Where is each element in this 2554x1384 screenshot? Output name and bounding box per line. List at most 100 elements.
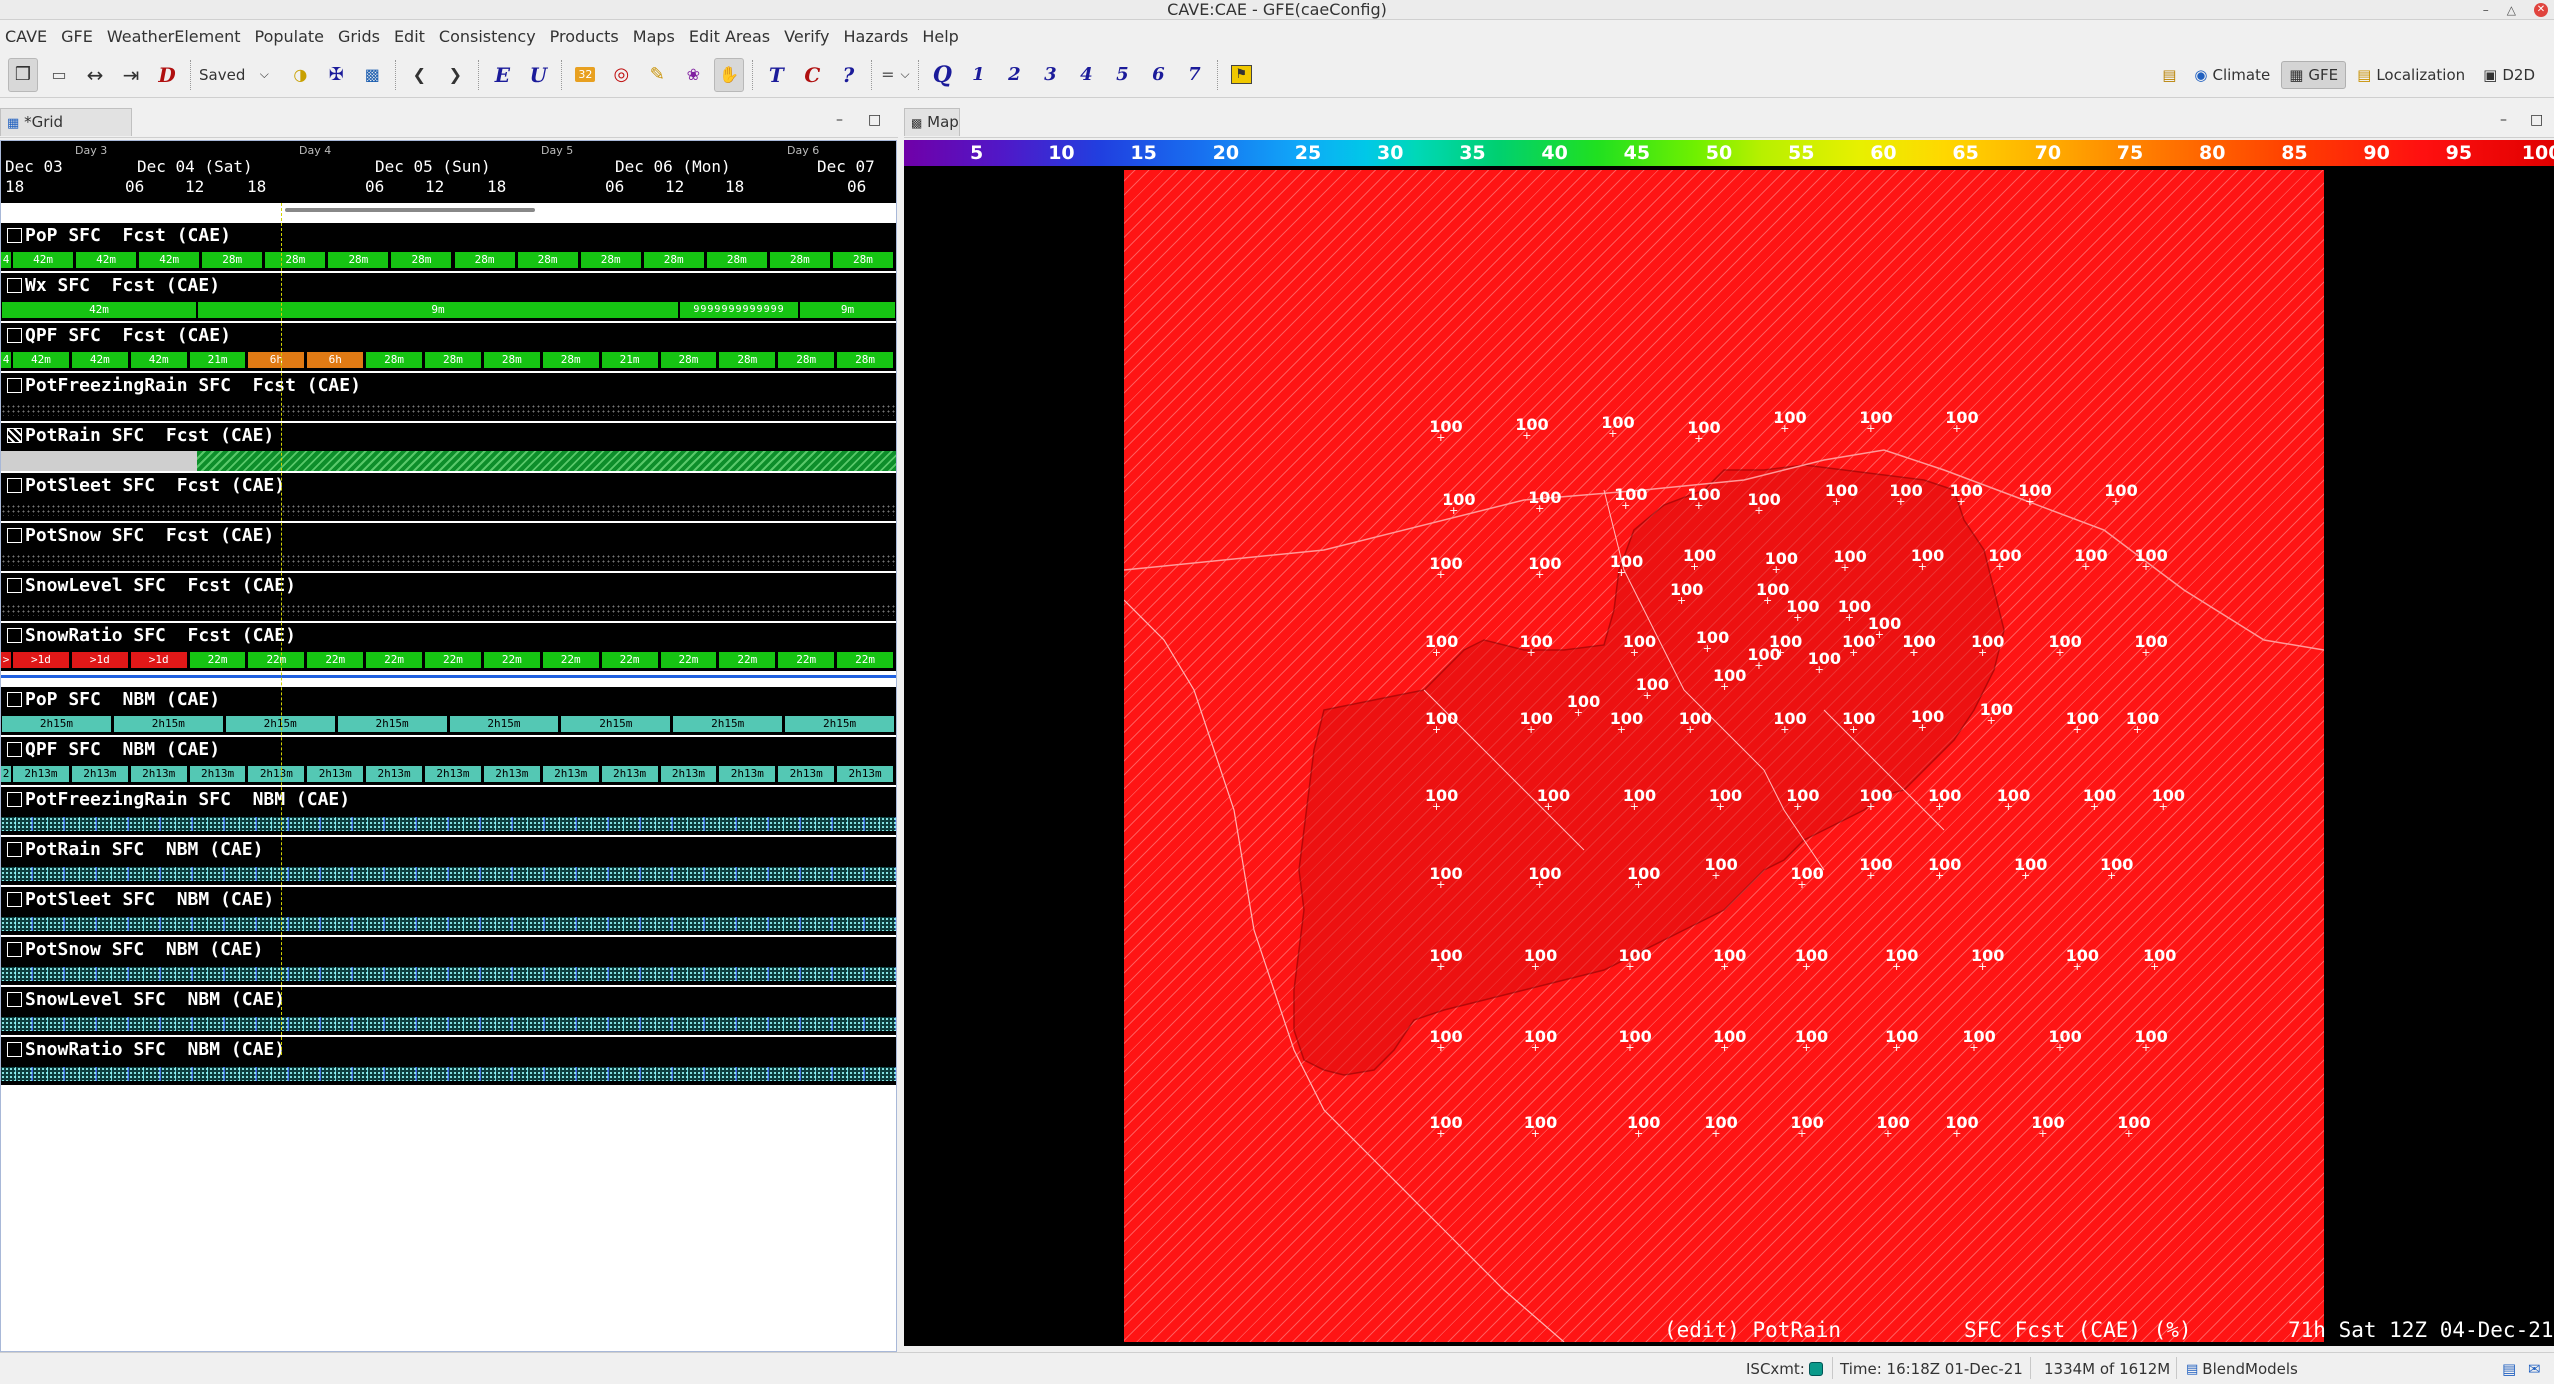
grid-box[interactable]: 28m bbox=[517, 252, 578, 268]
row-checkbox[interactable] bbox=[7, 528, 22, 543]
maximize-panel-icon[interactable]: □ bbox=[868, 112, 881, 128]
row-checkbox[interactable] bbox=[7, 742, 22, 757]
grid-box[interactable]: 42m bbox=[130, 352, 187, 368]
grid-box[interactable]: 2h15m bbox=[785, 716, 894, 732]
grid-box[interactable]: 22m bbox=[248, 652, 305, 668]
grid-time-strip[interactable]: 2 2h13m 2h13m 2h13m 2h13m 2h13m 2h13m 2h13m 2h13… bbox=[1, 763, 896, 785]
perspective-localization[interactable]: ▤ Localization bbox=[2350, 62, 2472, 88]
maximize-panel-icon[interactable]: □ bbox=[2530, 112, 2543, 128]
grid-box[interactable]: 28m bbox=[832, 252, 893, 268]
menu-products[interactable]: Products bbox=[550, 27, 619, 46]
scroll-thumb[interactable] bbox=[285, 208, 535, 212]
grid-box[interactable]: 22m bbox=[660, 652, 717, 668]
quick-set-4-button[interactable]: 4 bbox=[1071, 58, 1101, 92]
grid-box[interactable]: 2h13m bbox=[425, 766, 481, 782]
grid-box[interactable]: 28m bbox=[542, 352, 599, 368]
row-checkbox[interactable] bbox=[7, 792, 22, 807]
grid-time-strip[interactable] bbox=[1, 549, 896, 571]
grid-box[interactable]: 2h13m bbox=[483, 766, 540, 782]
blend-status[interactable]: ▤ BlendModels bbox=[2186, 1360, 2298, 1378]
grid-box[interactable]: >1d bbox=[13, 652, 69, 668]
perspective-gfe[interactable]: ▦ GFE bbox=[2281, 61, 2347, 89]
pencil-button[interactable]: ✎ bbox=[642, 58, 672, 92]
contour-button[interactable]: ✠ bbox=[321, 58, 351, 92]
grid-box[interactable]: 2h13m bbox=[13, 766, 69, 782]
grid-box[interactable]: 28m bbox=[391, 252, 452, 268]
help-q-button[interactable]: ? bbox=[833, 58, 863, 92]
grid-time-strip[interactable] bbox=[1, 863, 896, 885]
menu-gfe[interactable]: GFE bbox=[61, 27, 93, 46]
prev-button[interactable]: ❮ bbox=[404, 58, 434, 92]
grid-time-strip[interactable] bbox=[1, 1063, 896, 1085]
grid-box[interactable]: 22m bbox=[542, 652, 599, 668]
grid-row[interactable]: PoP SFC Fcst (CAE) 4 42m 42m 42m 28m 28m 28m 28m… bbox=[1, 223, 896, 271]
grid-box[interactable]: 2h15m bbox=[673, 716, 783, 732]
row-checkbox[interactable] bbox=[7, 328, 22, 343]
color-bar[interactable]: 5 10 15 20 25 30 35 40 45 50 55 60 65 70 75 80 85 90 95 100 bbox=[904, 140, 2554, 166]
grid-box[interactable]: 2h13m bbox=[71, 766, 128, 782]
grid-row[interactable]: PotSnow SFC Fcst (CAE) bbox=[1, 523, 896, 571]
grid-box-selected[interactable] bbox=[197, 451, 896, 471]
grid-time-strip[interactable]: 4 42m 42m 42m 28m 28m 28m 28m 28m 28m 28m 28m 28m 28m… bbox=[1, 249, 896, 271]
grid-time-strip[interactable] bbox=[1, 399, 896, 421]
grid-row[interactable]: PotSleet SFC Fcst (CAE) bbox=[1, 473, 896, 521]
grid-box[interactable]: 28m bbox=[454, 252, 515, 268]
grid-time-strip[interactable] bbox=[1, 1013, 896, 1035]
row-checkbox[interactable] bbox=[7, 842, 22, 857]
saved-selector[interactable]: Saved bbox=[199, 66, 245, 84]
menu-edit-areas[interactable]: Edit Areas bbox=[689, 27, 770, 46]
grid-box[interactable]: 42m bbox=[2, 302, 196, 318]
grid-box[interactable]: 22m bbox=[366, 652, 423, 668]
row-checkbox[interactable] bbox=[7, 892, 22, 907]
grid-time-strip[interactable]: 4 42m 42m 42m 21m 6h 6h 28m 28m 28m 28m 21m 28m 28m 28… bbox=[1, 349, 896, 371]
grid-row[interactable]: SnowRatio SFC NBM (CAE) bbox=[1, 1037, 896, 1085]
time-scrollbar[interactable] bbox=[1, 203, 896, 217]
grid-row[interactable]: PotFreezingRain SFC Fcst (CAE) bbox=[1, 373, 896, 421]
grid-box[interactable]: 28m bbox=[769, 252, 830, 268]
grid-box[interactable]: 2h13m bbox=[366, 766, 423, 782]
row-checkbox[interactable] bbox=[7, 1042, 22, 1057]
grid-time-strip[interactable] bbox=[1, 449, 896, 471]
quick-set-5-button[interactable]: 5 bbox=[1107, 58, 1137, 92]
grid-box[interactable]: 28m bbox=[719, 352, 776, 368]
menu-hazards[interactable]: Hazards bbox=[844, 27, 909, 46]
hazards-button[interactable]: ⚑ bbox=[1226, 58, 1256, 92]
menu-cave[interactable]: CAVE bbox=[5, 27, 47, 46]
isc-xmt-status[interactable]: ISCxmt: bbox=[1746, 1360, 1823, 1378]
grid-box[interactable]: 42m bbox=[76, 252, 137, 268]
menu-edit[interactable]: Edit bbox=[394, 27, 425, 46]
messages-button[interactable]: ✉ bbox=[2528, 1360, 2541, 1378]
minimize-panel-icon[interactable]: – bbox=[2500, 112, 2507, 128]
grid-box[interactable]: 6h bbox=[307, 352, 364, 368]
next-button[interactable]: ❯ bbox=[440, 58, 470, 92]
grid-box[interactable]: 2h13m bbox=[837, 766, 893, 782]
grid-box[interactable]: 28m bbox=[328, 252, 389, 268]
grid-box[interactable]: 2h15m bbox=[561, 716, 671, 732]
grid-box[interactable]: 2h15m bbox=[337, 716, 447, 732]
grid-box[interactable]: 21m bbox=[601, 352, 658, 368]
grid-box[interactable]: 28m bbox=[265, 252, 326, 268]
grid-box[interactable]: 2h15m bbox=[449, 716, 559, 732]
grid-box[interactable]: 2h15m bbox=[113, 716, 223, 732]
save-button[interactable]: ▩ bbox=[357, 58, 387, 92]
grid-box[interactable]: 28m bbox=[483, 352, 540, 368]
grid-box[interactable]: 22m bbox=[189, 652, 246, 668]
perspective-climate[interactable]: ◉ Climate bbox=[2187, 62, 2277, 88]
console-button[interactable]: ▤ bbox=[2502, 1360, 2516, 1378]
grid-box[interactable]: 2h13m bbox=[130, 766, 187, 782]
tool-c-button[interactable]: C bbox=[797, 58, 827, 92]
grid-box[interactable]: 2h13m bbox=[542, 766, 599, 782]
delete-button[interactable]: D bbox=[152, 58, 182, 92]
grid-row[interactable]: SnowLevel SFC Fcst (CAE) bbox=[1, 573, 896, 621]
grid-box[interactable]: 28m bbox=[706, 252, 767, 268]
minimize-icon[interactable]: – bbox=[2483, 3, 2489, 17]
quick-set-1-button[interactable]: 1 bbox=[963, 58, 993, 92]
grid-time-strip[interactable]: 42m 9m 9999999999999 9m bbox=[1, 299, 896, 321]
grid-time-strip[interactable]: 2h15m 2h15m 2h15m 2h15m 2h15m 2h15m 2h15m 2h15m bbox=[1, 713, 896, 735]
row-checkbox[interactable] bbox=[7, 942, 22, 957]
map-display[interactable]: 5 10 15 20 25 30 35 40 45 50 55 60 65 70 75 80 85 90 95 100… bbox=[904, 140, 2554, 1346]
grid-box[interactable]: >1d bbox=[130, 652, 187, 668]
smart-tool-button[interactable]: 32 bbox=[570, 58, 600, 92]
saved-dropdown[interactable]: ⌵ bbox=[249, 58, 279, 92]
grid-box[interactable]: 2h13m bbox=[307, 766, 364, 782]
